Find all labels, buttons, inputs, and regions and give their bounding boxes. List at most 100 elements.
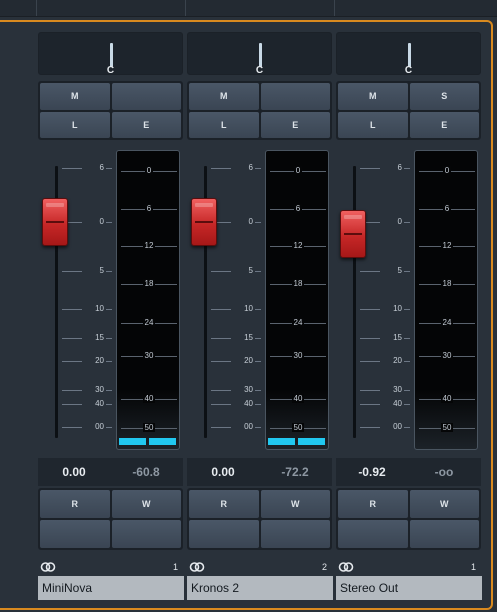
- routing-row: 1: [38, 560, 184, 576]
- channel-name[interactable]: MiniNova: [38, 576, 184, 600]
- meter-scale-label: 30: [291, 351, 305, 360]
- meter-scale-label: 50: [440, 423, 454, 432]
- pan-value: C: [106, 65, 115, 76]
- automation-button[interactable]: W: [111, 490, 181, 518]
- channel-buttons: MSLE: [336, 81, 481, 140]
- top-strip: [0, 0, 497, 17]
- fader-scale-label: 20: [95, 356, 104, 365]
- peak-value[interactable]: -72.2: [259, 465, 331, 479]
- meter-scale-label: 0: [442, 166, 452, 175]
- level-meter: 0 6 12 18 24 30 40 50: [116, 150, 180, 450]
- peak-value[interactable]: -60.8: [110, 465, 182, 479]
- fader-scale-label: 20: [244, 356, 253, 365]
- meter-scale-label: 12: [291, 241, 305, 250]
- automation-button[interactable]: R: [338, 490, 408, 518]
- automation-button[interactable]: W: [260, 490, 330, 518]
- channel-button[interactable]: [111, 83, 181, 110]
- meter-bar-left: [268, 438, 295, 445]
- channel-button[interactable]: L: [40, 111, 110, 138]
- fader-scale-label: 5: [99, 266, 104, 275]
- meter-bar-right: [298, 438, 325, 445]
- level-meter: 0 6 12 18 24 30 40 50: [265, 150, 329, 450]
- fader-scale-tick: [404, 222, 410, 223]
- channel-button[interactable]: M: [338, 83, 408, 110]
- channel-button[interactable]: L: [189, 111, 259, 138]
- pan-control[interactable]: C: [38, 32, 183, 76]
- fader-scale-tick: [211, 427, 231, 428]
- fader-track[interactable]: [353, 166, 356, 438]
- peak-value[interactable]: -oo: [408, 465, 480, 479]
- meter-scale-label: 12: [440, 241, 454, 250]
- automation-buttons: RW: [336, 488, 481, 550]
- automation-button[interactable]: R: [189, 490, 259, 518]
- meter-scale-label: 0: [293, 166, 303, 175]
- meter-scale-label: 30: [440, 351, 454, 360]
- route-number: 1: [172, 562, 178, 572]
- volume-fader-handle[interactable]: [340, 210, 366, 258]
- fader-scale-tick: [211, 309, 231, 310]
- fader-value[interactable]: 0.00: [38, 465, 110, 479]
- channel-button[interactable]: S: [409, 83, 479, 110]
- volume-fader-handle[interactable]: [191, 198, 217, 246]
- meter-scale-label: 24: [440, 318, 454, 327]
- fader-scale-label: 00: [393, 422, 402, 431]
- meter-scale-label: 24: [291, 318, 305, 327]
- divider: [185, 0, 186, 16]
- fader-scale-tick: [62, 309, 82, 310]
- channel-name[interactable]: Kronos 2: [187, 576, 333, 600]
- stereo-link-icon[interactable]: [40, 561, 56, 573]
- meter-scale-label: 18: [440, 279, 454, 288]
- fader-scale-label: 5: [248, 266, 253, 275]
- fader-scale-label: 15: [393, 333, 402, 342]
- fader-value[interactable]: 0.00: [187, 465, 259, 479]
- fader-value[interactable]: -0.92: [336, 465, 408, 479]
- channel-button[interactable]: E: [260, 111, 330, 138]
- channel-button[interactable]: [260, 83, 330, 110]
- fader-scale-tick: [360, 309, 380, 310]
- pan-control[interactable]: C: [187, 32, 332, 76]
- meter-scale-label: 0: [144, 166, 154, 175]
- volume-fader-handle[interactable]: [42, 198, 68, 246]
- level-readout: 0.00 -72.2: [187, 458, 332, 486]
- automation-button[interactable]: [338, 520, 408, 548]
- meter-scale-label: 40: [291, 394, 305, 403]
- automation-button[interactable]: W: [409, 490, 479, 518]
- channel-button[interactable]: M: [189, 83, 259, 110]
- pan-control[interactable]: C: [336, 32, 481, 76]
- fader-scale-tick: [211, 338, 231, 339]
- automation-button[interactable]: [409, 520, 479, 548]
- channel-name[interactable]: Stereo Out: [336, 576, 482, 600]
- fader-scale-label: 40: [393, 399, 402, 408]
- fader-scale-label: 30: [95, 385, 104, 394]
- fader-scale-label: 5: [397, 266, 402, 275]
- divider: [36, 0, 37, 16]
- fader-scale-tick: [360, 390, 380, 391]
- fader-scale-tick: [360, 338, 380, 339]
- fader-scale-label: 0: [99, 217, 104, 226]
- fader-scale-tick: [404, 361, 410, 362]
- stereo-link-icon[interactable]: [189, 561, 205, 573]
- fader-scale-tick: [255, 168, 261, 169]
- meter-scale-label: 30: [142, 351, 156, 360]
- meter-scale-label: 24: [142, 318, 156, 327]
- automation-button[interactable]: [189, 520, 259, 548]
- mixer-channel-strip: C MLE 6 0 5 10 15 20 30 40 00 0 6 12 18 24 30 40 50 0.00…: [35, 22, 184, 610]
- fader-scale-tick: [106, 309, 112, 310]
- automation-button[interactable]: [40, 520, 110, 548]
- fader-scale-label: 6: [248, 163, 253, 172]
- fader-scale-tick: [211, 390, 231, 391]
- automation-button[interactable]: R: [40, 490, 110, 518]
- channel-button[interactable]: M: [40, 83, 110, 110]
- stereo-link-icon[interactable]: [338, 561, 354, 573]
- meter-scale-label: 40: [440, 394, 454, 403]
- fader-scale-tick: [404, 338, 410, 339]
- automation-button[interactable]: [111, 520, 181, 548]
- automation-button[interactable]: [260, 520, 330, 548]
- channel-button[interactable]: E: [409, 111, 479, 138]
- fader-scale-tick: [404, 404, 410, 405]
- fader-scale-tick: [255, 222, 261, 223]
- fader-scale-tick: [62, 168, 82, 169]
- channel-button[interactable]: E: [111, 111, 181, 138]
- channel-button[interactable]: L: [338, 111, 408, 138]
- fader-scale-tick: [255, 390, 261, 391]
